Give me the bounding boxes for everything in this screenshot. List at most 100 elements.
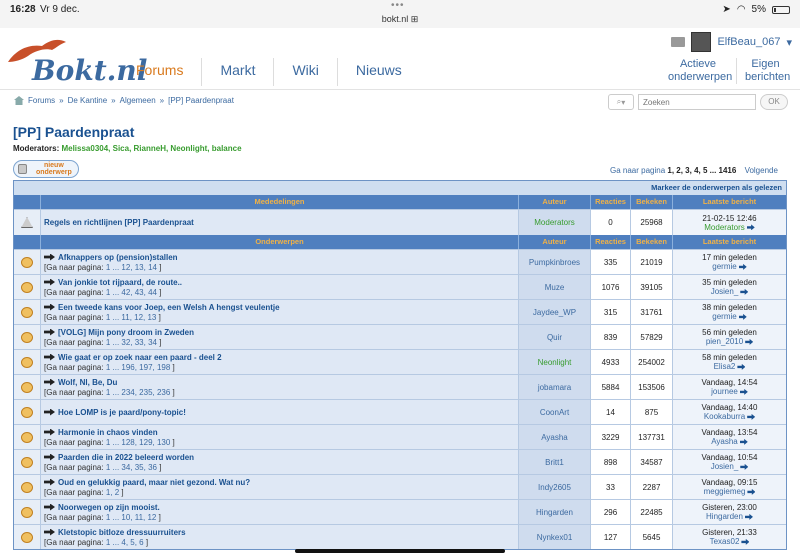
topic-page-links[interactable]: 1 ... 42, 43, 44 [106, 288, 157, 297]
nav-nieuws[interactable]: Nieuws [338, 58, 420, 86]
topic-author[interactable]: Britt1 [518, 450, 590, 474]
go-to-last-post-icon[interactable] [738, 263, 747, 270]
search-input[interactable] [638, 94, 756, 110]
topic-author[interactable]: CoonArt [518, 400, 590, 424]
username[interactable]: ElfBeau_067 [717, 36, 780, 48]
last-post-author[interactable]: Josien_ [711, 287, 739, 296]
topic-page-links[interactable]: 1 ... 12, 13, 14 [106, 263, 157, 272]
new-post-arrow-icon[interactable] [44, 478, 55, 486]
go-to-last-post-icon[interactable] [744, 513, 753, 520]
topic-author[interactable]: Quir [518, 325, 590, 349]
topic-author[interactable]: Muze [518, 275, 590, 299]
pagination-next[interactable]: Volgende [745, 166, 778, 175]
nav-forums[interactable]: Forums [118, 58, 203, 86]
go-to-last-post-icon[interactable] [746, 224, 755, 231]
last-post-author[interactable]: Texas02 [710, 537, 740, 546]
topic-title-link[interactable]: Regels en richtlijnen [PP] Paardenpraat [44, 218, 194, 227]
search-ok-button[interactable]: OK [760, 94, 788, 110]
more-dots-icon[interactable]: ••• [391, 0, 405, 11]
new-post-arrow-icon[interactable] [44, 503, 55, 511]
new-topic-button[interactable]: nieuw onderwerp [13, 160, 79, 178]
last-post-author[interactable]: Moderators [704, 223, 744, 232]
search-options-button[interactable]: ⌕ ▾ [608, 94, 634, 110]
topic-title-link[interactable]: Hoe LOMP is je paard/pony-topic! [58, 408, 186, 417]
last-post-author[interactable]: journee [711, 387, 738, 396]
go-to-last-post-icon[interactable] [738, 313, 747, 320]
topic-author[interactable]: Pumpkinbroes [518, 250, 590, 274]
go-to-last-post-icon[interactable] [747, 488, 756, 495]
nav-markt[interactable]: Markt [202, 58, 275, 86]
url-bar[interactable]: bokt.nl ⊞ [0, 14, 800, 25]
topic-page-links[interactable]: 1 ... 10, 11, 12 [106, 513, 157, 522]
mail-icon[interactable] [671, 37, 686, 47]
topic-author[interactable]: Ayasha [518, 425, 590, 449]
bokt-logo[interactable]: Bokt.nl [6, 36, 147, 87]
new-post-arrow-icon[interactable] [44, 253, 55, 261]
new-post-arrow-icon[interactable] [44, 278, 55, 286]
go-to-last-post-icon[interactable] [741, 538, 750, 545]
topic-title-link[interactable]: Wie gaat er op zoek naar een paard - dee… [58, 353, 222, 362]
pagination-pages[interactable]: 1, 2, 3, 4, 5 ... 1416 [667, 166, 736, 175]
topic-title-link[interactable]: Wolf, Nl, Be, Du [58, 378, 117, 387]
topic-title-link[interactable]: Oud en gelukkig paard, maar niet gezond.… [58, 478, 250, 487]
topic-author[interactable]: Neonlight [518, 350, 590, 374]
new-post-arrow-icon[interactable] [44, 428, 55, 436]
moderators-list[interactable]: Melissa0304, Sica, RianneH, Neonlight, b… [61, 144, 241, 153]
go-to-last-post-icon[interactable] [739, 438, 748, 445]
last-post-author[interactable]: germie [712, 262, 736, 271]
crumb-kantine[interactable]: De Kantine [68, 96, 108, 105]
topic-author[interactable]: Indy2605 [518, 475, 590, 499]
new-post-arrow-icon[interactable] [44, 453, 55, 461]
topic-title-link[interactable]: Kletstopic bitloze dressuurruiters [58, 528, 186, 537]
topic-page-links[interactable]: 1 ... 11, 12, 13 [106, 313, 157, 322]
topic-author[interactable]: Hingarden [518, 500, 590, 524]
topic-title-link[interactable]: [VOLG] Mijn pony droom in Zweden [58, 328, 194, 337]
topic-author[interactable]: Moderators [518, 210, 590, 235]
topic-title-link[interactable]: Noorwegen op zijn mooist. [58, 503, 160, 512]
topic-page-links[interactable]: 1 ... 32, 33, 34 [106, 338, 157, 347]
new-post-arrow-icon[interactable] [44, 353, 55, 361]
last-post-author[interactable]: Josien_ [711, 462, 739, 471]
topic-author[interactable]: Jaydee_WP [518, 300, 590, 324]
active-topics-link[interactable]: Actieve onderwerpen [660, 58, 736, 84]
go-to-last-post-icon[interactable] [740, 288, 749, 295]
last-post-author[interactable]: germie [712, 312, 736, 321]
topic-title-link[interactable]: Paarden die in 2022 beleerd worden [58, 453, 194, 462]
topic-title-link[interactable]: Harmonie in chaos vinden [58, 428, 158, 437]
avatar[interactable] [691, 32, 712, 52]
topic-author[interactable]: jobamara [518, 375, 590, 399]
own-replies-link[interactable]: Eigen berichten [736, 58, 794, 84]
crumb-algemeen[interactable]: Algemeen [120, 96, 156, 105]
topic-title-link[interactable]: Een tweede kans voor Joep, een Welsh A h… [58, 303, 280, 312]
last-post-author[interactable]: pien_2010 [706, 337, 743, 346]
new-post-arrow-icon[interactable] [44, 408, 55, 416]
last-post-author[interactable]: Hingarden [706, 512, 743, 521]
go-to-last-post-icon[interactable] [737, 363, 746, 370]
home-indicator[interactable] [295, 549, 505, 553]
last-post-author[interactable]: Elisa2 [714, 362, 736, 371]
topic-author[interactable]: Nynkex01 [518, 525, 590, 549]
go-to-last-post-icon[interactable] [747, 413, 756, 420]
topic-page-links[interactable]: 1 ... 4, 5, 6 [106, 538, 144, 547]
topic-title-link[interactable]: Afknappers op (pension)stallen [58, 253, 178, 262]
last-post-author[interactable]: Kookaburra [704, 412, 745, 421]
home-icon[interactable] [14, 96, 24, 105]
topic-title-link[interactable]: Van jonkie tot rijpaard, de route.. [58, 278, 182, 287]
topic-page-links[interactable]: 1 ... 196, 197, 198 [106, 363, 171, 372]
new-post-arrow-icon[interactable] [44, 378, 55, 386]
crumb-forums[interactable]: Forums [28, 96, 55, 105]
new-post-arrow-icon[interactable] [44, 303, 55, 311]
page-title[interactable]: [PP] Paardenpraat [13, 124, 134, 140]
new-post-arrow-icon[interactable] [44, 328, 55, 336]
go-to-last-post-icon[interactable] [740, 463, 749, 470]
go-to-last-post-icon[interactable] [739, 388, 748, 395]
chevron-down-icon[interactable]: ▾ [786, 36, 792, 49]
last-post-author[interactable]: Ayasha [711, 437, 738, 446]
go-to-last-post-icon[interactable] [745, 338, 754, 345]
nav-wiki[interactable]: Wiki [274, 58, 338, 86]
topic-page-links[interactable]: 1, 2 [106, 488, 119, 497]
topic-page-links[interactable]: 1 ... 34, 35, 36 [106, 463, 157, 472]
mark-read-link[interactable]: Markeer de onderwerpen als gelezen [14, 181, 786, 195]
topic-page-links[interactable]: 1 ... 234, 235, 236 [106, 388, 171, 397]
topic-page-links[interactable]: 1 ... 128, 129, 130 [106, 438, 171, 447]
